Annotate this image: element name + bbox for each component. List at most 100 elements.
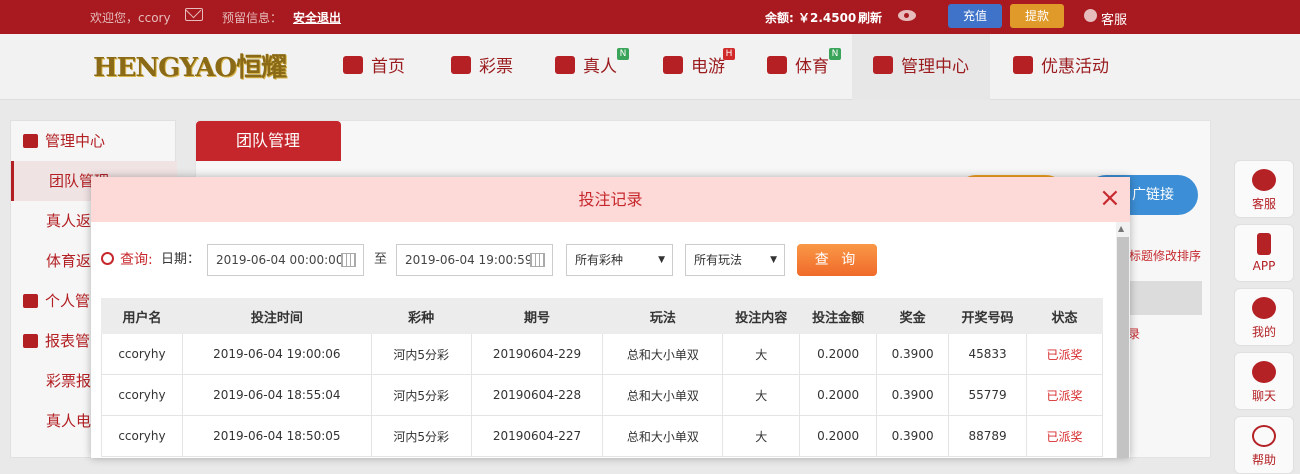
customer-service-icon xyxy=(1084,9,1097,22)
col-draw-number: 开奖号码 xyxy=(948,298,1028,334)
tab-team-management[interactable]: 团队管理 xyxy=(196,121,341,161)
cell-draw-number: 55779 xyxy=(948,374,1028,416)
sidebar-item-management[interactable]: 管理中心 xyxy=(11,121,177,161)
float-app[interactable]: APP xyxy=(1234,224,1294,282)
col-bet-time: 投注时间 xyxy=(181,298,372,334)
nav-lottery[interactable]: 彩票 xyxy=(451,34,513,100)
cell-issue: 20190604-229 xyxy=(470,333,604,375)
calendar-icon xyxy=(530,253,545,267)
home-icon xyxy=(343,56,363,74)
table-row: ccoryhy 2019-06-04 18:50:05 河内5分彩 201906… xyxy=(101,415,1103,457)
col-content: 投注内容 xyxy=(722,298,801,334)
table-row: ccoryhy 2019-06-04 19:00:06 河内5分彩 201906… xyxy=(101,333,1103,375)
top-bar: 欢迎您，ccory 预留信息： 安全退出 余额: ￥2.4500 刷新 充值 提… xyxy=(0,0,1300,34)
float-my[interactable]: 我的 xyxy=(1234,288,1294,346)
cell-status[interactable]: 已派奖 xyxy=(1026,415,1103,457)
cell-status[interactable]: 已派奖 xyxy=(1026,333,1103,375)
col-status: 状态 xyxy=(1026,298,1103,334)
slot-machine-icon xyxy=(663,56,683,74)
cell-amount: 0.2000 xyxy=(799,333,878,375)
cell-amount: 0.2000 xyxy=(799,374,878,416)
site-logo[interactable]: HENGYAO恒耀 xyxy=(93,51,299,85)
cell-prize: 0.3900 xyxy=(876,415,950,457)
refresh-link[interactable]: 刷新 xyxy=(858,9,882,26)
main-nav: HENGYAO恒耀 首页 彩票 真人 N 电游 H 体育 N 管理中心 优惠活动 xyxy=(0,34,1300,100)
nav-live-casino[interactable]: 真人 N xyxy=(555,34,629,100)
date-label: 日期： xyxy=(161,252,201,267)
gift-icon xyxy=(1013,56,1033,74)
balance-text: 余额: ￥2.4500 xyxy=(765,11,857,25)
col-play: 玩法 xyxy=(602,298,724,334)
welcome-text: 欢迎您，ccory xyxy=(90,11,171,25)
new-badge: N xyxy=(829,48,841,60)
col-amount: 投注金额 xyxy=(799,298,878,334)
person-icon xyxy=(555,56,575,74)
query-label: 查询: xyxy=(101,244,153,276)
cell-issue: 20190604-227 xyxy=(470,415,604,457)
nav-home[interactable]: 首页 xyxy=(343,34,405,100)
logout-link[interactable]: 安全退出 xyxy=(293,9,341,26)
cell-status[interactable]: 已派奖 xyxy=(1026,374,1103,416)
nav-promotions[interactable]: 优惠活动 xyxy=(1013,34,1109,100)
cell-bet-time: 2019-06-04 19:00:06 xyxy=(181,333,372,375)
search-button[interactable]: 查 询 xyxy=(797,244,877,276)
float-customer-service[interactable]: 客服 xyxy=(1234,160,1294,218)
cell-username: ccoryhy xyxy=(101,415,183,457)
nav-management[interactable]: 管理中心 xyxy=(852,34,990,100)
cell-bet-time: 2019-06-04 18:50:05 xyxy=(181,415,372,457)
cell-draw-number: 45833 xyxy=(948,333,1028,375)
ticket-icon xyxy=(451,56,471,74)
table-header-row: 用户名 投注时间 彩种 期号 玩法 投注内容 投注金额 奖金 开奖号码 状态 xyxy=(101,298,1103,334)
lottery-type-select[interactable]: 所有彩种 ▼ xyxy=(566,244,673,276)
user-icon xyxy=(23,294,38,308)
right-float-bar: 客服 APP 我的 聊天 帮助 xyxy=(1234,160,1296,474)
cell-lottery: 河内5分彩 xyxy=(370,374,472,416)
to-label: 至 xyxy=(374,252,388,267)
question-icon xyxy=(1252,425,1276,447)
cell-issue: 20190604-228 xyxy=(470,374,604,416)
headset-icon xyxy=(1252,169,1276,191)
float-help[interactable]: 帮助 xyxy=(1234,416,1294,474)
float-chat[interactable]: 聊天 xyxy=(1234,352,1294,410)
scrollbar-thumb[interactable] xyxy=(1117,237,1129,458)
cell-content: 大 xyxy=(722,415,801,457)
nav-slots[interactable]: 电游 H xyxy=(663,34,735,100)
col-prize: 奖金 xyxy=(876,298,950,334)
table-row: ccoryhy 2019-06-04 18:55:04 河内5分彩 201906… xyxy=(101,374,1103,416)
withdraw-button[interactable]: 提款 xyxy=(1010,4,1064,28)
scroll-up-icon[interactable]: ▲ xyxy=(1118,224,1124,233)
cell-lottery: 河内5分彩 xyxy=(370,333,472,375)
eye-icon[interactable] xyxy=(898,10,916,21)
caret-down-icon: ▼ xyxy=(658,255,665,265)
hot-badge: H xyxy=(723,48,735,60)
close-icon[interactable]: × xyxy=(1099,185,1121,211)
cell-play: 总和大小单双 xyxy=(602,415,724,457)
cell-prize: 0.3900 xyxy=(876,374,950,416)
play-type-select[interactable]: 所有玩法 ▼ xyxy=(685,244,785,276)
phone-icon xyxy=(1257,233,1271,255)
users-icon xyxy=(873,56,893,74)
modal-title: 投注记录 xyxy=(91,177,1130,222)
nav-sports[interactable]: 体育 N xyxy=(767,34,841,100)
date-from-input[interactable]: 2019-06-04 00:00:00 xyxy=(207,244,364,276)
caret-down-icon: ▼ xyxy=(770,255,777,265)
mail-icon[interactable] xyxy=(185,8,203,21)
cell-draw-number: 88789 xyxy=(948,415,1028,457)
deposit-button[interactable]: 充值 xyxy=(948,4,1002,28)
report-icon xyxy=(23,334,38,348)
date-to-input[interactable]: 2019-06-04 19:00:59 xyxy=(396,244,553,276)
new-badge: N xyxy=(617,48,629,60)
customer-service-link[interactable]: 客服 xyxy=(1101,9,1127,28)
users-icon xyxy=(23,134,38,148)
cell-username: ccoryhy xyxy=(101,333,183,375)
calendar-icon xyxy=(341,253,356,267)
cell-content: 大 xyxy=(722,333,801,375)
trophy-icon xyxy=(767,56,787,74)
chat-icon xyxy=(1252,361,1276,383)
cell-play: 总和大小单双 xyxy=(602,374,724,416)
bet-records-table: 用户名 投注时间 彩种 期号 玩法 投注内容 投注金额 奖金 开奖号码 状态 c… xyxy=(101,298,1103,457)
table-cell-fragment: 录 xyxy=(1122,317,1202,351)
bet-records-modal: 投注记录 × 查询: 日期： 2019-06-04 00:00:00 至 201… xyxy=(91,177,1130,458)
cell-amount: 0.2000 xyxy=(799,415,878,457)
cell-bet-time: 2019-06-04 18:55:04 xyxy=(181,374,372,416)
